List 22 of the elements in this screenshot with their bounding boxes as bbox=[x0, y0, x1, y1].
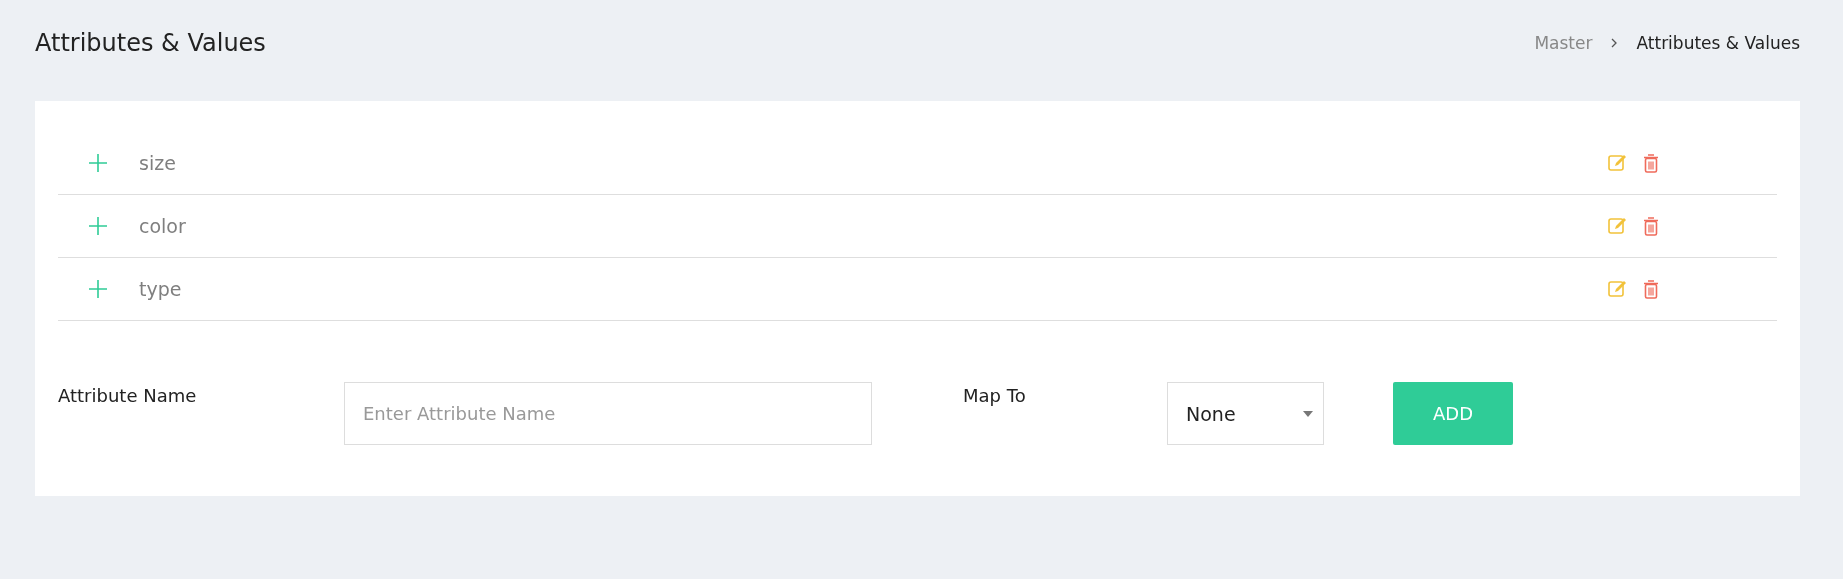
attribute-name: size bbox=[139, 152, 177, 174]
breadcrumb-item: Attributes & Values bbox=[1636, 33, 1800, 53]
attribute-name: color bbox=[139, 215, 187, 237]
trash-icon[interactable] bbox=[1643, 216, 1659, 236]
caret-icon bbox=[1303, 410, 1313, 417]
page-title: Attributes & Values bbox=[35, 29, 266, 57]
plus-icon[interactable] bbox=[89, 280, 107, 298]
plus-icon[interactable] bbox=[89, 154, 107, 172]
add-button[interactable]: ADD bbox=[1393, 382, 1513, 445]
edit-icon[interactable] bbox=[1608, 154, 1629, 172]
field-label: Map To bbox=[963, 384, 1027, 406]
chevron-icon bbox=[1610, 37, 1619, 49]
map-to-dropdown[interactable]: None bbox=[1167, 382, 1324, 445]
edit-icon[interactable] bbox=[1608, 217, 1629, 235]
attribute-name-field[interactable]: Enter Attribute Name bbox=[344, 382, 872, 445]
trash-icon[interactable] bbox=[1643, 279, 1659, 299]
breadcrumb-item[interactable]: Master bbox=[1534, 33, 1593, 53]
plus-icon[interactable] bbox=[89, 217, 107, 235]
trash-icon[interactable] bbox=[1643, 153, 1659, 173]
attribute-name: type bbox=[139, 278, 183, 300]
field-label: Attribute Name bbox=[58, 384, 198, 406]
edit-icon[interactable] bbox=[1608, 280, 1629, 298]
